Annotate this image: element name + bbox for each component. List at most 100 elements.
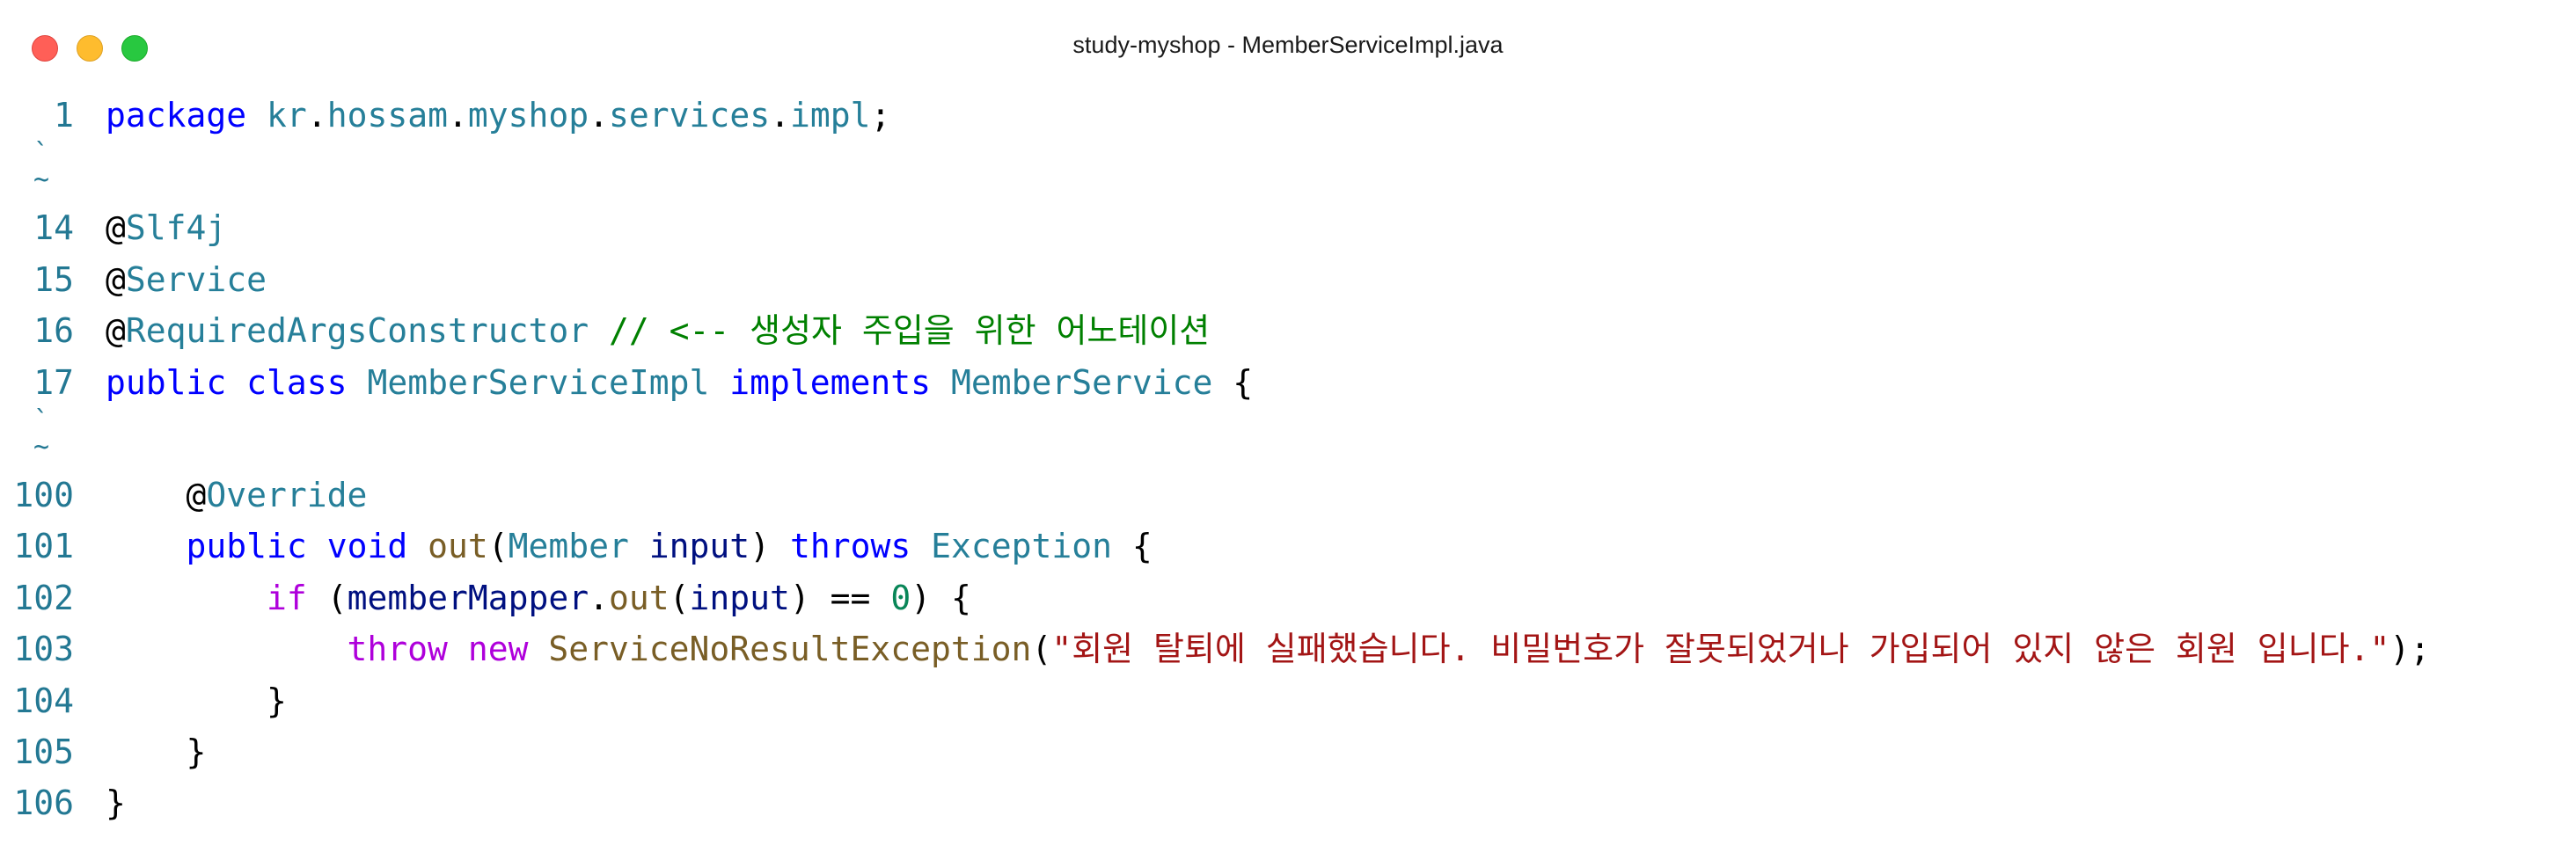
line-number: 103 <box>13 630 74 669</box>
code-token: @ <box>106 259 126 299</box>
code-text: public void out(Member input) throws Exc… <box>106 521 1153 572</box>
code-token: ; <box>870 96 891 135</box>
code-line[interactable]: 106} <box>0 777 2576 828</box>
line-number: 14 <box>33 208 74 248</box>
code-token: void <box>326 527 408 566</box>
code-token: ) == <box>789 578 891 617</box>
line-number: 106 <box>13 783 74 823</box>
code-token: ) { <box>911 578 971 617</box>
code-token: public <box>186 527 307 566</box>
code-line[interactable]: 1 package kr.hossam.myshop.services.impl; <box>0 90 2576 141</box>
code-token: input <box>648 527 750 566</box>
code-token: { <box>1112 527 1153 566</box>
code-token: . <box>589 578 609 617</box>
code-line[interactable]: 105 } <box>0 726 2576 777</box>
code-token: @ <box>106 208 126 248</box>
code-token: 0 <box>890 578 911 617</box>
code-token: services <box>609 96 771 135</box>
code-token: Exception <box>931 527 1113 566</box>
code-line[interactable]: 102 if (memberMapper.out(input) == 0) { <box>0 572 2576 623</box>
code-token: @ <box>106 311 126 351</box>
line-number: 100 <box>13 475 74 514</box>
code-token: impl <box>789 96 871 135</box>
code-line[interactable]: 101 public void out(Member input) throws… <box>0 521 2576 572</box>
code-token: . <box>589 96 610 135</box>
fold-marker-icon: ` ~ <box>33 141 50 196</box>
code-line[interactable]: 15 @Service <box>0 254 2576 305</box>
code-text: @Service <box>106 254 267 305</box>
code-token: "회원 탈퇴에 실패했습니다. 비밀번호가 잘못되었거나 가입되어 있지 않은 … <box>1051 630 2390 669</box>
code-token: ( <box>1031 630 1052 669</box>
code-text: } <box>106 777 126 828</box>
fold-marker-icon: ` ~ <box>33 407 50 463</box>
line-number: 1 <box>54 96 74 135</box>
code-token: throw <box>347 630 448 669</box>
line-number: 105 <box>13 732 74 771</box>
folded-region[interactable]: ` ~ <box>0 408 2576 470</box>
code-text: @Override <box>106 470 368 521</box>
code-token: throws <box>789 527 911 566</box>
code-text: package kr.hossam.myshop.services.impl; <box>106 90 890 141</box>
code-token: } <box>106 681 287 720</box>
code-token: . <box>306 96 327 135</box>
code-text: if (memberMapper.out(input) == 0) { <box>106 572 971 623</box>
code-token: . <box>447 96 468 135</box>
code-token: hossam <box>326 96 448 135</box>
code-token: RequiredArgsConstructor <box>125 311 589 351</box>
code-token: memberMapper <box>347 578 589 617</box>
code-token: public <box>106 362 227 402</box>
code-token: . <box>770 96 790 135</box>
code-token: if <box>267 578 307 617</box>
code-token: kr <box>267 96 307 135</box>
code-token: myshop <box>467 96 589 135</box>
folded-region[interactable]: ` ~ <box>0 141 2576 202</box>
code-token: ServiceNoResultException <box>548 630 1032 669</box>
code-token: Slf4j <box>125 208 227 248</box>
code-text: throw new ServiceNoResultException("회원 탈… <box>106 623 2431 674</box>
line-number: 104 <box>13 681 74 720</box>
code-line[interactable]: 100 @Override <box>0 470 2576 521</box>
code-token: package <box>106 96 247 135</box>
code-line[interactable]: 103 throw new ServiceNoResultException("… <box>0 623 2576 674</box>
code-token: } <box>106 732 207 771</box>
code-token: Override <box>206 475 368 514</box>
code-text: } <box>106 675 287 726</box>
code-token: out <box>609 578 670 617</box>
window-title: study-myshop - MemberServiceImpl.java <box>1072 32 1504 58</box>
code-token: Member <box>508 527 629 566</box>
code-text: @RequiredArgsConstructor // <-- 생성자 주입을 … <box>106 305 1210 356</box>
code-text: @Slf4j <box>106 202 226 253</box>
code-line[interactable]: 17 public class MemberServiceImpl impleme… <box>0 357 2576 408</box>
code-text: } <box>106 726 207 777</box>
code-token: out <box>428 527 488 566</box>
code-token: MemberService <box>950 362 1213 402</box>
line-number: 16 <box>33 311 74 351</box>
code-line[interactable]: 104 } <box>0 675 2576 726</box>
code-token: { <box>1212 362 1254 402</box>
line-number: 101 <box>13 527 74 566</box>
code-editor[interactable]: 1 package kr.hossam.myshop.services.impl;… <box>0 90 2576 829</box>
line-number: 102 <box>13 578 74 617</box>
code-token: } <box>106 783 126 823</box>
code-token: implements <box>729 362 932 402</box>
code-token: Service <box>125 259 267 299</box>
code-line[interactable]: 16 @RequiredArgsConstructor // <-- 생성자 주입… <box>0 305 2576 356</box>
code-token: MemberServiceImpl <box>367 362 710 402</box>
code-token: @ <box>106 475 207 514</box>
code-token: ) <box>750 527 790 566</box>
code-line[interactable]: 14 @Slf4j <box>0 202 2576 253</box>
code-token: new <box>467 630 529 669</box>
